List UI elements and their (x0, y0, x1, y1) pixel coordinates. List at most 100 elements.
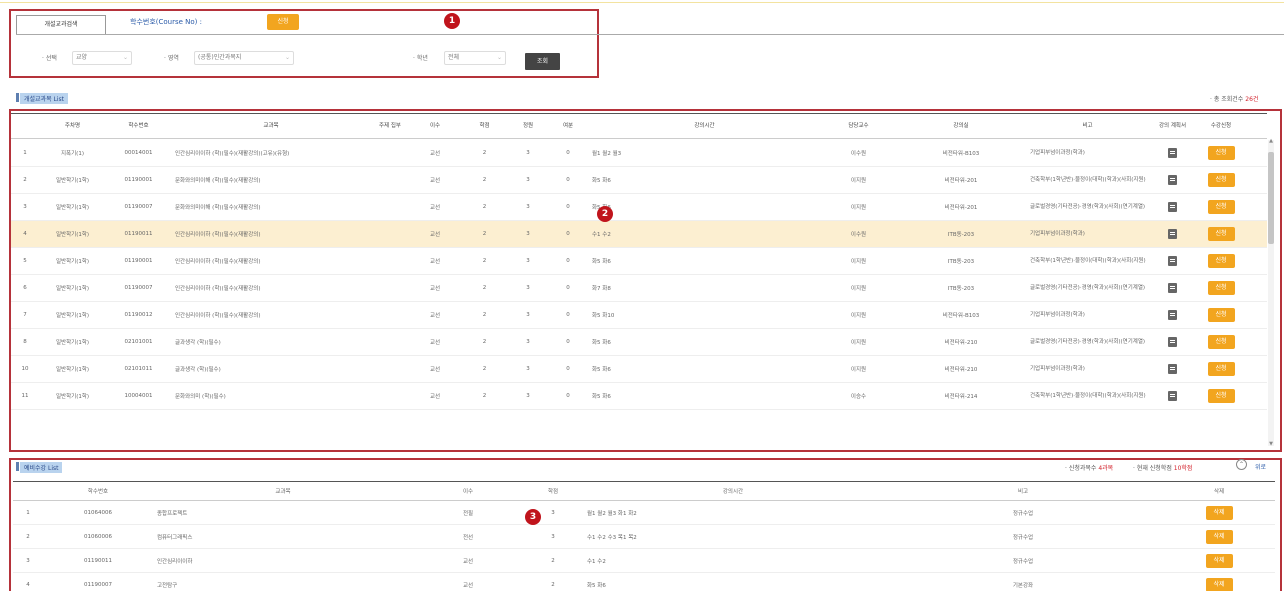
cell-name: 문화와의미이해 (학)(필수)(재활강의) (175, 178, 261, 184)
cell-code: 02101001 (124, 339, 153, 345)
filter-category-select[interactable]: 교양 ⌄ (72, 51, 132, 65)
document-icon[interactable] (1168, 256, 1177, 266)
table-row[interactable]: 11 일반학기(1학) 10004001 문화와의미 (학)(필수) 교선 2 3 0 화5 화… (11, 383, 1267, 410)
apply-button[interactable]: 신청 (1207, 335, 1235, 349)
table-row[interactable]: 10 일반학기(1학) 02101011 글과생각 (학)(필수) 교선 2 3 0 화5 화6… (11, 356, 1267, 383)
delete-button[interactable]: 삭제 (1205, 553, 1233, 568)
scroll-top-link[interactable]: 위로 (1255, 462, 1266, 471)
cell-room: 비전타워-201 (944, 205, 978, 211)
document-icon[interactable] (1168, 175, 1177, 185)
filter-grade-select[interactable]: 전체 ⌄ (444, 51, 506, 65)
cell-no: 6 (23, 285, 27, 291)
document-icon[interactable] (1168, 283, 1177, 293)
cell-note: 글로벌경영(기타전공)·경영(학과)(사회)(연기계열) (1030, 203, 1146, 210)
table-row[interactable]: 6 일반학기(1학) 01190007 인간심리이이하 (학)(필수)(재활강의) 교선… (11, 275, 1267, 302)
cell-type: 교선 (429, 340, 441, 346)
cart-row[interactable]: 3 01190011 인간심리이이하 교선 2 수1 수2 정규수업 삭제 (13, 549, 1275, 573)
document-icon[interactable] (1168, 364, 1177, 374)
apply-button[interactable]: 신청 (1207, 146, 1235, 160)
cell-name: 인간심리이이하 (학)(필수)(재활강의) (175, 232, 261, 238)
cart-row[interactable]: 2 01060006 컴퓨터그래픽스 전선 3 수1 수2 수3 목1 목2 정규수업 삭제 (13, 525, 1275, 549)
chevron-down-icon: ⌄ (284, 54, 290, 61)
cell-no: 11 (21, 393, 29, 399)
cart-cell-type: 전선 (462, 534, 474, 541)
delete-button[interactable]: 삭제 (1205, 505, 1233, 520)
course-col-header: 담당교수 (848, 122, 869, 129)
syllabus-cell (1149, 194, 1196, 220)
delete-cell: 삭제 (1163, 501, 1275, 524)
cart-title: 예비수강 List (20, 462, 63, 473)
cart-cell-no: 3 (26, 557, 30, 564)
table-row[interactable]: 4 일반학기(1학) 01190011 인간심리이이하 (학)(필수)(재활강의) 교선… (11, 221, 1267, 248)
cart-col-header: 학수번호 (87, 489, 109, 495)
cell-note: 건축학부(1학년반)·물정이(대학)(학과)(사회(지원) (1030, 392, 1146, 399)
cell-time: 화5 화6 (592, 367, 611, 373)
cell-type: 교선 (429, 367, 441, 373)
cell-name: 인간심리이이하 (학)(필수)(재활강의) (175, 313, 261, 319)
table-row[interactable]: 8 일반학기(1학) 02101001 글과생각 (학)(필수) 교선 2 3 0 화5 화6 이… (11, 329, 1267, 356)
cell-type: 교선 (429, 394, 441, 400)
apply-button[interactable]: 신청 (1207, 200, 1235, 214)
scrollbar-thumb[interactable] (1268, 152, 1274, 244)
cell-room: 비전타워-210 (944, 367, 978, 373)
course-table-scrollbar[interactable]: ▲ ▼ (1268, 138, 1274, 447)
cell-note: 기업피부넘이과정(학과) (1030, 311, 1085, 318)
apply-button[interactable]: 신청 (1207, 227, 1235, 241)
arrow-up-icon[interactable]: ⌃ (1236, 459, 1247, 470)
table-row[interactable]: 2 일반학기(1학) 01190001 문화와의미이해 (학)(필수)(재활강의) 교선… (11, 167, 1267, 194)
tab-course-search[interactable]: 개설교과검색 (16, 15, 106, 35)
scroll-up-icon[interactable]: ▲ (1268, 138, 1274, 144)
table-row[interactable]: 5 일반학기(1학) 01190001 인간심리이이하 (학)(필수)(재활강의) 교선… (11, 248, 1267, 275)
scroll-down-icon[interactable]: ▼ (1268, 441, 1274, 447)
table-row[interactable]: 1 지폭기(1) 00014001 인간심리이이하 (학)(필수)(재활강의)(고유)… (11, 140, 1267, 167)
document-icon[interactable] (1168, 310, 1177, 320)
cart-cell-code: 01064006 (84, 509, 112, 516)
cart-row[interactable]: 1 01064006 종합프로젝트 전필 3 월1 월2 월3 화1 화2 정규수업 삭제 (13, 501, 1275, 525)
cart-cell-credit: 2 (551, 581, 555, 588)
chevron-down-icon: ⌄ (496, 54, 502, 61)
cart-cell-code: 01060006 (84, 533, 112, 540)
apply-button[interactable]: 신청 (1207, 281, 1235, 295)
syllabus-cell (1149, 356, 1196, 382)
cell-time: 화5 화6 (592, 259, 611, 265)
cell-rem: 0 (566, 312, 570, 318)
course-col-header: 학점 (479, 122, 490, 129)
apply-button[interactable]: 신청 (1207, 362, 1235, 376)
cell-cap: 3 (526, 177, 530, 183)
cell-time: 화5 화10 (592, 313, 615, 319)
document-icon[interactable] (1168, 391, 1177, 401)
document-icon[interactable] (1168, 148, 1177, 158)
table-row[interactable]: 3 일반학기(1학) 01190007 문화와의미이해 (학)(필수)(재활강의) 교선… (11, 194, 1267, 221)
cell-cap: 3 (526, 393, 530, 399)
cell-rem: 0 (566, 150, 570, 156)
cell-cap: 3 (526, 204, 530, 210)
cell-type: 교선 (429, 178, 441, 184)
cell-rem: 0 (566, 177, 570, 183)
cart-cell-name: 고전탐구 (157, 582, 178, 589)
cell-time: 화5 화6 (592, 394, 611, 400)
table-row[interactable]: 7 일반학기(1학) 01190012 인간심리이이하 (학)(필수)(재활강의) 교선… (11, 302, 1267, 329)
cart-row[interactable]: 4 01190007 고전탐구 교선 2 화5 화6 기본강좌 삭제 (13, 573, 1275, 591)
apply-button[interactable]: 신청 (1207, 173, 1235, 187)
cart-cell-type: 교선 (462, 582, 474, 589)
apply-button[interactable]: 신청 (1207, 389, 1235, 403)
cart-cell-no: 1 (26, 509, 30, 516)
apply-button[interactable]: 신청 (1207, 254, 1235, 268)
cell-prof: 이수원 (850, 232, 867, 238)
apply-button[interactable]: 신청 (1207, 308, 1235, 322)
filter-area-select[interactable]: (공통)인간과복지 ⌄ (194, 51, 294, 65)
search-button[interactable]: 조회 (525, 53, 560, 70)
course-col-header: 강의 계획서 (1158, 122, 1187, 129)
cell-code: 01190001 (124, 177, 153, 183)
course-no-apply-button[interactable]: 신청 (267, 14, 299, 30)
cell-name: 문화와의미이해 (학)(필수)(재활강의) (175, 205, 261, 211)
document-icon[interactable] (1168, 337, 1177, 347)
cart-cell-note: 정규수업 (1012, 558, 1034, 565)
apply-cell: 신청 (1196, 383, 1246, 409)
course-col-header: 교과목 (263, 122, 279, 129)
delete-button[interactable]: 삭제 (1205, 529, 1233, 544)
document-icon[interactable] (1168, 202, 1177, 212)
delete-button[interactable]: 삭제 (1205, 577, 1233, 591)
cart-cell-type: 전필 (462, 510, 474, 517)
document-icon[interactable] (1168, 229, 1177, 239)
